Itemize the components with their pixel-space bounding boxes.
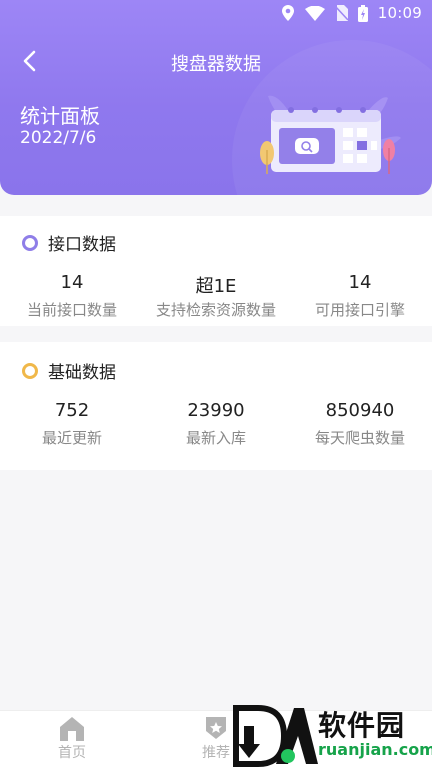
stats-row: 752 最近更新 23990 最新入库 850940 每天爬虫数量 <box>0 400 432 448</box>
stat-label: 支持检索资源数量 <box>155 301 276 319</box>
stat-label: 当前接口数量 <box>26 301 117 319</box>
section-header: 接口数据 <box>22 230 116 255</box>
watermark: 软件园 ruanjian.com <box>232 700 432 768</box>
calendar-illustration <box>260 95 401 174</box>
stat-item: 14 可用接口引擎 <box>288 272 432 320</box>
watermark-logo <box>233 705 318 767</box>
stat-value: 14 <box>60 272 84 293</box>
section-title: 基础数据 <box>48 363 116 383</box>
stat-value: 14 <box>348 272 372 293</box>
interface-data-card: 接口数据 14 当前接口数量 超1E 支持检索资源数量 14 可用接口引擎 <box>0 216 432 326</box>
badge-icon <box>206 717 226 739</box>
ring-icon <box>22 362 38 379</box>
stat-value: 752 <box>54 400 90 421</box>
wifi-icon <box>304 5 325 21</box>
panel-date: 2022/7/6 <box>20 128 97 148</box>
stat-item: 23990 最新入库 <box>144 400 288 448</box>
no-sim-icon <box>334 5 348 21</box>
status-bar: 10:09 <box>0 0 432 28</box>
stat-label: 最近更新 <box>41 429 102 447</box>
stat-label: 每天爬虫数量 <box>314 429 405 447</box>
stat-label: 可用接口引擎 <box>314 301 405 319</box>
basic-data-card: 基础数据 752 最近更新 23990 最新入库 850940 每天爬虫数量 <box>0 342 432 470</box>
home-icon <box>60 717 84 741</box>
stat-value: 超1E <box>195 276 237 297</box>
stat-value: 23990 <box>187 400 245 421</box>
stat-value: 850940 <box>325 400 395 421</box>
stat-item: 14 当前接口数量 <box>0 272 144 320</box>
stat-item: 850940 每天爬虫数量 <box>288 400 432 448</box>
stat-item: 752 最近更新 <box>0 400 144 448</box>
watermark-text: 软件园 <box>318 709 406 742</box>
page-title: 搜盘器数据 <box>171 54 261 75</box>
stats-row: 14 当前接口数量 超1E 支持检索资源数量 14 可用接口引擎 <box>0 272 432 320</box>
watermark-url: ruanjian.com <box>318 740 432 759</box>
panel-title: 统计面板 <box>20 104 100 128</box>
nav-label: 首页 <box>58 745 86 761</box>
ring-icon <box>22 234 38 251</box>
battery-icon <box>357 4 368 22</box>
status-time: 10:09 <box>377 4 422 22</box>
stat-item: 超1E 支持检索资源数量 <box>144 272 288 320</box>
section-header: 基础数据 <box>22 358 116 383</box>
stat-label: 最新入库 <box>185 429 246 447</box>
location-icon <box>281 5 294 21</box>
section-title: 接口数据 <box>48 235 116 255</box>
header: 搜盘器数据 统计面板 2022/7/6 <box>0 0 432 195</box>
nav-item-home[interactable]: 首页 <box>42 715 102 762</box>
